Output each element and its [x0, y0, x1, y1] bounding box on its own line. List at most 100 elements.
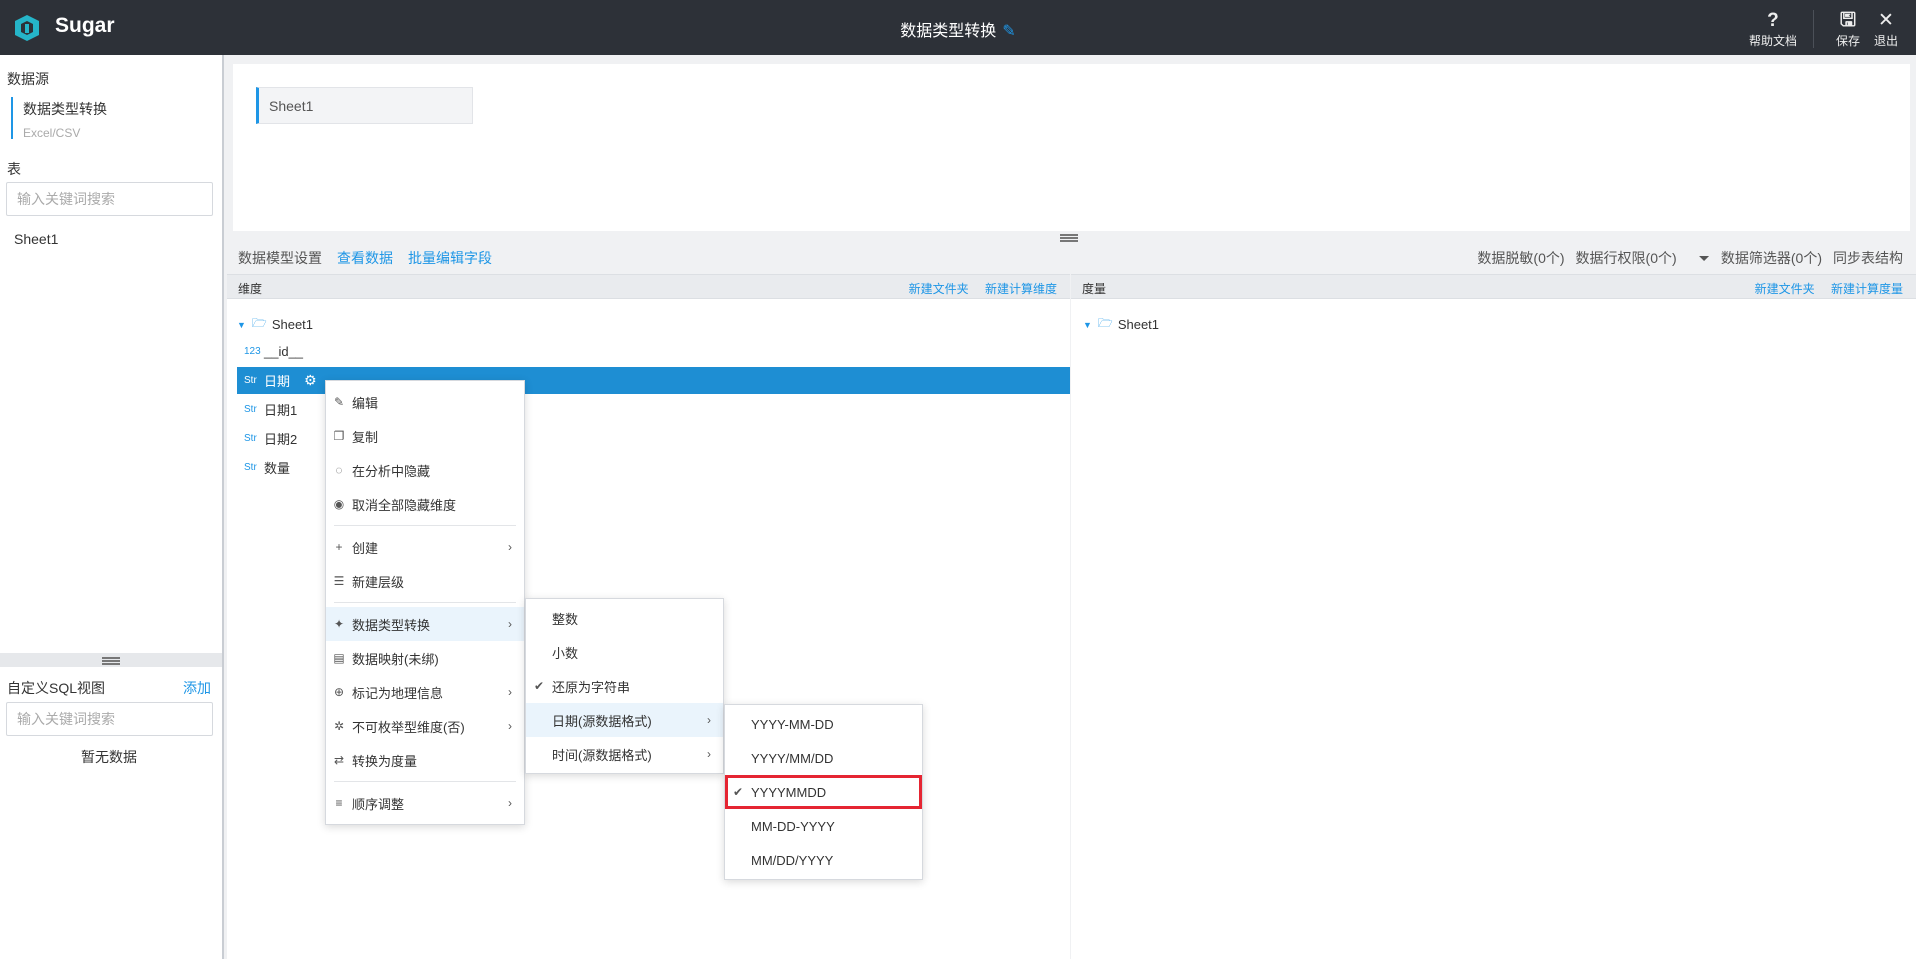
divider	[1812, 10, 1814, 48]
chevron-down-icon: ▼	[1083, 319, 1092, 330]
menu-item-date-format[interactable]: YYYY/MM/DD	[725, 741, 922, 775]
data-filter-label: 数据筛选器(0个)	[1720, 250, 1822, 266]
dimension-folder-sheet1[interactable]: ▼ 🗁 Sheet1	[237, 314, 313, 335]
drag-handle-icon	[102, 657, 120, 665]
data-masking-button[interactable]: 数据脱敏(0个)	[1477, 248, 1564, 268]
numeric-type-icon: 123	[244, 346, 261, 357]
row-permission-button[interactable]: 数据行权限(0个)	[1576, 248, 1677, 268]
menu-item-label: YYYYMMDD	[751, 784, 827, 800]
menu-item-decimal[interactable]: 小数	[526, 635, 723, 669]
menu-item-label: 小数	[552, 645, 579, 661]
folder-open-icon: 🗁	[251, 316, 267, 330]
menu-item-label: 还原为字符串	[552, 679, 631, 695]
menu-item-date-format[interactable]: MM/DD/YYYY	[725, 843, 922, 877]
filter-icon: ⏷	[1698, 250, 1710, 266]
tab-batch-edit[interactable]: 批量编辑字段	[408, 248, 492, 268]
menu-item-label: 复制	[352, 429, 379, 445]
menu-item-convert-to-measure[interactable]: ⇄ 转换为度量	[326, 743, 524, 777]
menu-item-copy[interactable]: ❐ 复制	[326, 419, 524, 453]
table-search-input[interactable]	[6, 182, 213, 216]
menu-item-mark-geo[interactable]: ⊕ 标记为地理信息 ›	[326, 675, 524, 709]
menu-item-non-enumerable[interactable]: ✲ 不可枚举型维度(否) ›	[326, 709, 524, 743]
plus-icon: +	[335, 540, 343, 554]
help-docs-label: 帮助文档	[1748, 34, 1797, 48]
field-name: 日期2	[264, 432, 298, 447]
table-item-sheet1[interactable]: Sheet1	[14, 231, 58, 247]
menu-item-date-format[interactable]: YYYY-MM-DD	[725, 707, 922, 741]
field-name: 日期	[264, 374, 291, 389]
panel-resize-handle[interactable]	[0, 653, 222, 667]
menu-item-label: 取消全部隐藏维度	[352, 497, 457, 513]
menu-item-time-source-format[interactable]: 时间(源数据格式) ›	[526, 737, 723, 771]
new-calc-measure-link[interactable]: 新建计算度量	[1831, 282, 1903, 296]
menu-item-label: 创建	[352, 540, 379, 556]
table-canvas: Sheet1	[233, 64, 1910, 231]
help-docs-button[interactable]: ? 帮助文档	[1749, 10, 1797, 49]
menu-item-date-format[interactable]: MM-DD-YYYY	[725, 809, 922, 843]
menu-item-integer[interactable]: 整数	[526, 601, 723, 635]
save-button[interactable]: 🖫 保存	[1836, 10, 1860, 49]
page-title: 数据类型转换 ✎	[0, 17, 1916, 41]
folder-label: Sheet1	[271, 317, 314, 332]
sql-search-input[interactable]	[6, 702, 213, 736]
menu-item-label: 不可枚举型维度(否)	[352, 719, 465, 735]
help-icon: ?	[1767, 10, 1779, 31]
menu-separator	[334, 525, 516, 526]
new-calc-dimension-link[interactable]: 新建计算维度	[985, 282, 1057, 296]
check-icon: ✔	[533, 679, 545, 693]
menu-item-date-source-format[interactable]: 日期(源数据格式) ›	[526, 703, 723, 737]
chevron-right-icon: ›	[508, 796, 512, 810]
datasource-item[interactable]: 数据类型转换 Excel/CSV	[11, 97, 211, 140]
chevron-right-icon: ›	[508, 719, 512, 733]
edit-icon: ✎	[333, 395, 345, 409]
sync-schema-button[interactable]: 同步表结构	[1833, 248, 1903, 268]
close-icon: ✕	[1878, 10, 1894, 31]
field-row[interactable]: 123 __id__	[237, 338, 1070, 365]
menu-item-label: 在分析中隐藏	[352, 463, 431, 479]
menu-item-label: 时间(源数据格式)	[552, 747, 652, 763]
edit-title-icon[interactable]: ✎	[1002, 21, 1015, 41]
add-sql-view-link[interactable]: 添加	[183, 678, 211, 698]
dimension-new-folder-link[interactable]: 新建文件夹	[909, 282, 969, 296]
tab-view-data[interactable]: 查看数据	[337, 248, 393, 268]
menu-item-restore-string[interactable]: ✔ 还原为字符串	[526, 669, 723, 703]
sql-empty-text: 暂无数据	[81, 749, 137, 765]
data-filter-button[interactable]: ⏷ 数据筛选器(0个)	[1688, 248, 1822, 268]
top-actions: ? 帮助文档 🖫 保存 ✕ 退出	[1727, 10, 1898, 49]
menu-item-create[interactable]: + 创建 ›	[326, 530, 524, 564]
exit-button[interactable]: ✕ 退出	[1874, 10, 1898, 49]
measure-folder-sheet1[interactable]: ▼ 🗁 Sheet1	[1083, 314, 1159, 335]
eye-slash-icon: ◌	[335, 463, 343, 477]
model-tab-bar: 数据模型设置 查看数据 批量编辑字段 数据脱敏(0个) 数据行权限(0个) ⏷ 数…	[227, 244, 1916, 274]
sql-view-label: 自定义SQL视图	[7, 680, 106, 696]
sugar-logo-icon	[15, 15, 39, 41]
menu-item-edit[interactable]: ✎ 编辑	[326, 385, 524, 419]
top-bar: Sugar 数据类型转换 ✎ ? 帮助文档 🖫 保存 ✕ 退出	[0, 0, 1916, 55]
measure-new-folder-link[interactable]: 新建文件夹	[1755, 282, 1815, 296]
gear-icon[interactable]: ⚙	[304, 372, 317, 389]
menu-item-data-type-convert[interactable]: ✦ 数据类型转换 ›	[326, 607, 524, 641]
menu-item-unhide-all[interactable]: ◉ 取消全部隐藏维度	[326, 487, 524, 521]
menu-item-data-mapping[interactable]: ▤ 数据映射(未绑)	[326, 641, 524, 675]
menu-item-order-adjust[interactable]: ≡ 顺序调整 ›	[326, 786, 524, 820]
measures-panel: ▼ 🗁 Sheet1	[1071, 299, 1916, 959]
menu-item-label: YYYY/MM/DD	[751, 750, 834, 766]
menu-item-label: 标记为地理信息	[352, 685, 444, 701]
folder-open-icon: 🗁	[1097, 316, 1113, 330]
brand-name: Sugar	[55, 14, 115, 37]
menu-item-date-format-selected[interactable]: ✔ YYYYMMDD	[725, 775, 922, 809]
folder-label: Sheet1	[1117, 317, 1160, 332]
tab-model-settings[interactable]: 数据模型设置	[238, 248, 322, 268]
sheet-card[interactable]: Sheet1	[256, 87, 473, 124]
preview-resize-handle[interactable]	[1060, 230, 1078, 245]
menu-item-label: 编辑	[352, 395, 379, 411]
chevron-right-icon: ›	[508, 685, 512, 699]
menu-item-label: MM/DD/YYYY	[751, 852, 834, 868]
settings-icon: ✲	[333, 719, 345, 733]
menu-item-new-hierarchy[interactable]: ☰ 新建层级	[326, 564, 524, 598]
swap-icon: ⇄	[333, 753, 345, 767]
chevron-right-icon: ›	[707, 713, 711, 727]
datasource-label: 数据源	[7, 71, 49, 87]
save-icon: 🖫	[1839, 10, 1857, 31]
menu-item-hide-in-analysis[interactable]: ◌ 在分析中隐藏	[326, 453, 524, 487]
